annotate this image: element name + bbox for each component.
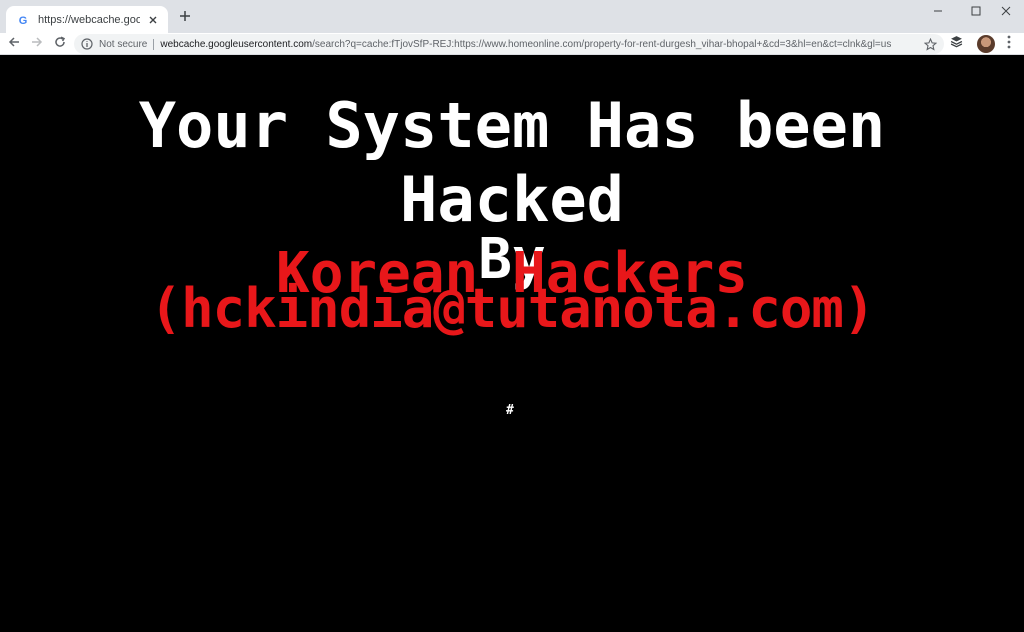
- forward-arrow-icon: [31, 35, 43, 53]
- browser-window: G https://webcache.googleuserco: [0, 0, 1024, 632]
- hash-symbol: #: [506, 403, 514, 418]
- minimize-button[interactable]: [920, 0, 956, 24]
- menu-button[interactable]: [1000, 35, 1018, 53]
- toolbar: Not secure webcache.googleusercontent.co…: [0, 33, 1024, 55]
- plus-icon: [179, 9, 191, 27]
- extension-button[interactable]: [947, 35, 965, 53]
- star-icon[interactable]: [922, 36, 938, 52]
- window-close-icon: [1001, 3, 1011, 21]
- url-text[interactable]: webcache.googleusercontent.com/search?q=…: [160, 39, 918, 50]
- reload-icon: [54, 35, 66, 53]
- minimize-icon: [933, 3, 943, 21]
- maximize-icon: [971, 3, 981, 21]
- divider: [153, 38, 155, 50]
- forward-button[interactable]: [27, 34, 47, 54]
- google-favicon-icon: G: [16, 13, 30, 27]
- profile-avatar[interactable]: [977, 35, 995, 53]
- url-host: webcache.googleusercontent.com: [160, 38, 313, 50]
- hackers-email: (hckindia@tutanota.com): [149, 277, 876, 340]
- reload-button[interactable]: [50, 34, 70, 54]
- page-content: Your System Has been Hacked By Korean Ha…: [0, 55, 1024, 632]
- tab-webcache[interactable]: G https://webcache.googleuserco: [6, 6, 168, 33]
- back-button[interactable]: [4, 34, 24, 54]
- close-icon[interactable]: [146, 13, 160, 27]
- address-bar[interactable]: Not secure webcache.googleusercontent.co…: [74, 34, 944, 54]
- security-label: Not secure: [99, 38, 148, 50]
- hacked-heading-line2: Hacked: [400, 163, 624, 236]
- window-close-button[interactable]: [988, 0, 1024, 24]
- menu-dots-icon: [1007, 35, 1011, 54]
- svg-text:G: G: [19, 15, 28, 26]
- info-icon[interactable]: [80, 38, 93, 51]
- tab-title: https://webcache.googleuserco: [38, 13, 140, 26]
- url-path: /search?q=cache:fTjovSfP-REJ:https://www…: [312, 38, 892, 50]
- back-arrow-icon: [8, 35, 20, 53]
- tab-strip: G https://webcache.googleuserco: [0, 0, 1024, 33]
- extension-icon: [950, 35, 963, 53]
- hacked-heading-line1: Your System Has been: [138, 89, 886, 162]
- new-tab-button[interactable]: [176, 9, 194, 27]
